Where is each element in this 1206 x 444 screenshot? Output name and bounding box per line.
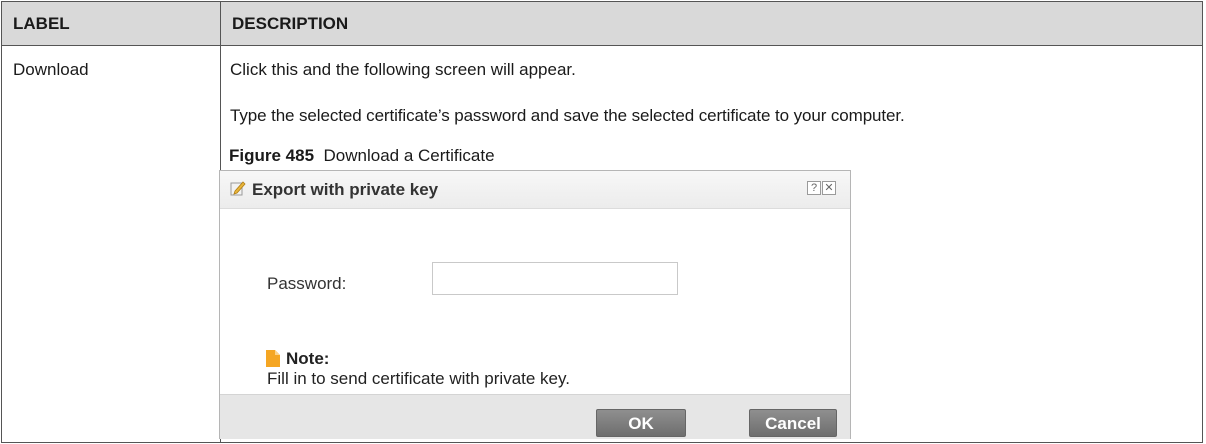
close-icon[interactable]: ✕ (822, 181, 836, 195)
figure-number: Figure 485 (229, 146, 315, 165)
dialog-titlebar: Export with private key ? ✕ (220, 171, 850, 209)
cancel-button[interactable]: Cancel (749, 409, 837, 437)
row-label: Download (13, 60, 89, 79)
edit-icon (230, 181, 246, 196)
dialog-footer: OK Cancel (220, 394, 850, 439)
export-dialog: Export with private key ? ✕ Password: No… (219, 170, 851, 439)
note-title: Note: (286, 349, 330, 368)
ok-button[interactable]: OK (596, 409, 686, 437)
header-description: DESCRIPTION (232, 14, 349, 33)
help-icon[interactable]: ? (807, 181, 821, 195)
note-text: Fill in to send certificate with private… (267, 369, 570, 388)
note-icon (266, 350, 280, 367)
dialog-title: Export with private key (252, 180, 439, 199)
row-description-line1: Click this and the following screen will… (230, 60, 576, 79)
table-header: LABEL DESCRIPTION (2, 2, 1202, 46)
row-description-line2: Type the selected certificate’s password… (230, 106, 905, 125)
password-field[interactable] (432, 262, 678, 295)
header-label: LABEL (13, 14, 70, 33)
figure-caption: Figure 485 Download a Certificate (229, 146, 495, 166)
figure-title: Download a Certificate (323, 146, 495, 165)
password-label: Password: (267, 274, 347, 293)
